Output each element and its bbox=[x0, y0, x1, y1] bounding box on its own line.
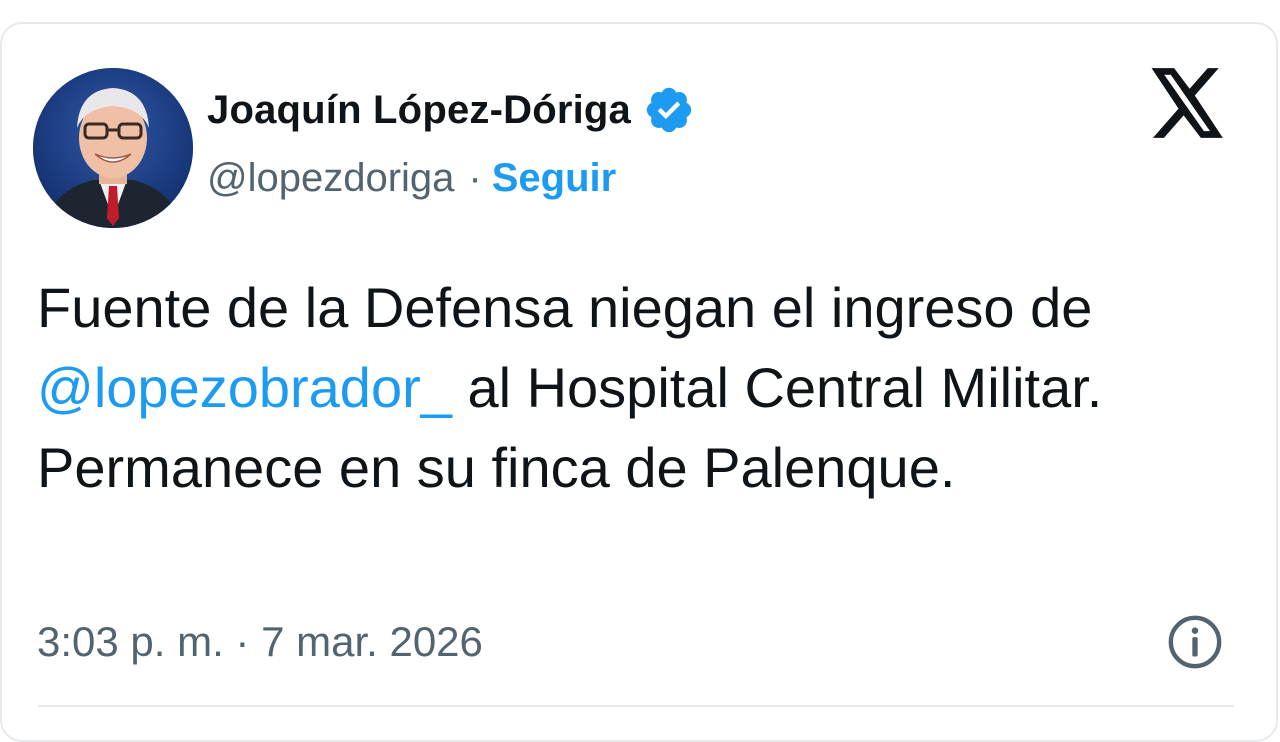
avatar[interactable] bbox=[33, 68, 193, 228]
verified-badge-icon bbox=[646, 87, 692, 133]
author-name-row: Joaquín López-Dóriga bbox=[207, 82, 695, 138]
author-name[interactable]: Joaquín López-Dóriga bbox=[207, 88, 631, 133]
follow-button[interactable]: Seguir bbox=[492, 156, 616, 201]
info-icon[interactable] bbox=[1166, 613, 1224, 671]
author-handle[interactable]: @lopezdoriga bbox=[207, 156, 454, 201]
author-handle-row: @lopezdoriga · Seguir bbox=[207, 150, 616, 206]
handle-separator: · bbox=[468, 155, 482, 200]
divider bbox=[38, 705, 1234, 707]
x-logo-icon[interactable] bbox=[1150, 68, 1226, 138]
tweet-text: Fuente de la Defensa niegan el ingreso d… bbox=[37, 268, 1217, 508]
tweet-text-part: Fuente de la Defensa niegan el ingreso d… bbox=[37, 276, 1093, 339]
tweet-timestamp[interactable]: 3:03 p. m. · 7 mar. 2026 bbox=[37, 612, 483, 672]
mention-link[interactable]: @lopezobrador_ bbox=[37, 356, 452, 419]
